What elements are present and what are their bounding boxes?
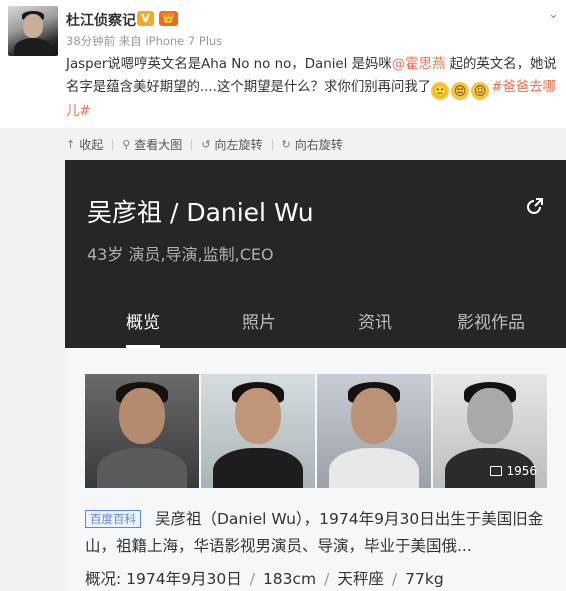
- photo-thumbnail: [85, 374, 199, 488]
- stat-birthday: 1974年9月30日: [126, 570, 242, 588]
- post-meta: 38分钟前 来自 iPhone 7 Plus: [66, 34, 223, 48]
- stat-weight: 77kg: [405, 570, 444, 588]
- user-avatar[interactable]: [8, 6, 58, 56]
- emoji-sad-icon: 😔: [451, 82, 470, 100]
- toolbar-divider: [112, 138, 114, 150]
- rotate-left-button[interactable]: ↺ 向左旋转: [201, 136, 262, 153]
- view-large-button[interactable]: ⚲ 查看大图: [122, 136, 182, 153]
- rotate-left-icon: ↺: [201, 137, 211, 151]
- tab-works: 影视作品: [457, 313, 525, 333]
- collapse-label: 收起: [79, 137, 104, 152]
- photo-count: 1956: [490, 464, 537, 478]
- stat-height: 183cm: [262, 570, 317, 588]
- post-text-part1: Jasper说嗯哼英文名是Aha No no no，Daniel 是妈咪: [66, 57, 392, 72]
- rotate-right-label: 向右旋转: [294, 137, 343, 152]
- card-description: 吴彦祖（Daniel Wu），1974年9月30日出生于美国旧金山，祖籍上海，华…: [85, 510, 544, 555]
- card-tabs: 概览 照片 资讯 影视作品: [65, 308, 566, 348]
- tab-overview: 概览: [85, 308, 201, 348]
- chevron-down-icon[interactable]: ⌄: [548, 7, 559, 22]
- rotate-right-button[interactable]: ↻ 向右旋转: [282, 136, 343, 153]
- share-icon: [527, 198, 543, 214]
- rotate-left-label: 向左旋转: [214, 137, 263, 152]
- card-header: 吴彦祖 / Daniel Wu 43岁 演员,导演,监制,CEO 概览 照片 资…: [65, 160, 566, 348]
- photo-strip: 1956: [85, 374, 547, 488]
- card-title: 吴彦祖 / Daniel Wu: [87, 198, 314, 227]
- rotate-right-icon: ↻: [281, 137, 291, 151]
- emoji-confounded-icon: 😖: [471, 82, 490, 100]
- tab-photos: 照片: [242, 313, 276, 333]
- verified-badge-icon: V: [137, 11, 154, 26]
- toolbar-divider: [191, 138, 193, 150]
- view-large-label: 查看大图: [134, 137, 183, 152]
- image-icon: [490, 466, 503, 476]
- post-image[interactable]: 吴彦祖 / Daniel Wu 43岁 演员,导演,监制,CEO 概览 照片 资…: [65, 160, 566, 591]
- username[interactable]: 杜江侦察记: [66, 10, 136, 30]
- photo-thumbnail: [201, 374, 315, 488]
- emoji-frown-icon: 🙁: [431, 82, 450, 100]
- arrow-up-icon: ↑: [66, 137, 76, 151]
- card-subtitle: 43岁 演员,导演,监制,CEO: [87, 245, 274, 264]
- tab-news: 资讯: [358, 313, 392, 333]
- photo-thumbnail: 1956: [433, 374, 547, 488]
- mention-link[interactable]: @霍思燕: [392, 57, 446, 72]
- search-icon: ⚲: [122, 137, 131, 151]
- stats-label: 概况:: [85, 570, 122, 588]
- card-stats: 概况: 1974年9月30日/183cm / 天秤座/77kg: [85, 570, 444, 588]
- toolbar-divider: [271, 138, 273, 150]
- post-text: Jasper说嗯哼英文名是Aha No no no，Daniel 是妈咪@霍思燕…: [66, 53, 558, 123]
- photo-count-value: 1956: [506, 464, 537, 478]
- stat-zodiac: 天秤座: [337, 570, 384, 588]
- card-body: 1956 百度百科 吴彦祖（Daniel Wu），1974年9月30日出生于美国…: [65, 348, 566, 591]
- collapse-button[interactable]: ↑ 收起: [66, 136, 103, 153]
- image-toolbar: ↑ 收起 ⚲ 查看大图 ↺ 向左旋转 ↻ 向右旋转: [66, 133, 343, 155]
- member-crown-icon: 👑: [159, 11, 178, 26]
- photo-thumbnail: [317, 374, 431, 488]
